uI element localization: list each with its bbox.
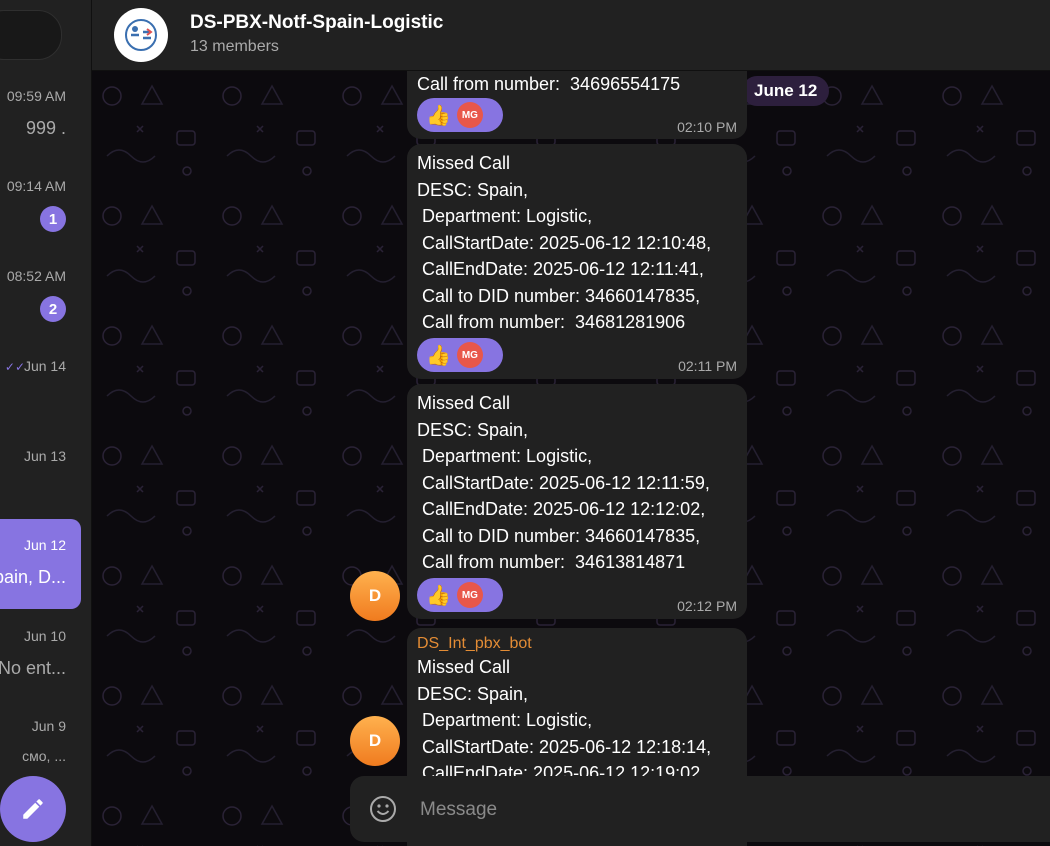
message-list[interactable]: June 12 Call from number: 34696554175 👍 …	[92, 71, 1050, 846]
message-text-line: Missed Call	[417, 153, 511, 173]
chat-time: Jun 9	[31, 718, 66, 734]
reactor-avatar: MG	[456, 102, 483, 128]
reactor-avatar: MG	[456, 582, 483, 608]
message-composer[interactable]	[350, 776, 1050, 842]
chat-time: 08:52 AM	[6, 268, 66, 284]
chat-preview: смо, ...	[22, 748, 66, 764]
thumbs-up-icon: 👍	[426, 584, 451, 607]
chat-header[interactable]: DS-PBX-Notf-Spain-Logistic 13 members	[92, 0, 1050, 71]
message-text-line: CallEndDate: 2025-06-12 12:12:02,	[417, 499, 706, 519]
group-logo-icon	[125, 19, 157, 51]
chat-time: Jun 10	[23, 628, 66, 644]
chat-preview: 999 .	[25, 118, 66, 138]
message-bubble[interactable]: Call from number: 34696554175 👍 MG 02:10…	[407, 71, 747, 139]
reactor-avatar: MG	[456, 342, 483, 368]
chat-list-sidebar: 09:59 AM 999 . 09:14 AM 1 08:52 AM 2 ✓✓ …	[0, 0, 92, 846]
unread-badge: 2	[40, 296, 66, 322]
emoji-icon[interactable]	[368, 794, 398, 824]
chat-time: 09:59 AM	[6, 88, 66, 104]
thumbs-up-icon: 👍	[426, 344, 451, 367]
pencil-icon	[23, 799, 43, 819]
message-text-line: Call from number: 34613814871	[417, 552, 686, 572]
message-bubble[interactable]: Missed Call DESC: Spain, Department: Log…	[407, 384, 747, 619]
group-avatar[interactable]	[114, 8, 168, 62]
chat-time: 09:14 AM	[6, 178, 66, 194]
reaction-chip[interactable]: 👍 MG	[417, 578, 503, 612]
chat-time: Jun 13	[23, 448, 66, 464]
message-text-line: Missed Call	[417, 393, 511, 413]
chat-list-item-active[interactable]: Jun 12 pain, D...	[0, 519, 81, 609]
message-text-line: Call from number: 34696554175	[417, 74, 681, 94]
member-count: 13 members	[190, 38, 279, 55]
message-text-line: CallStartDate: 2025-06-12 12:18:14,	[417, 736, 712, 757]
message-text-line: CallStartDate: 2025-06-12 12:10:48,	[417, 232, 712, 253]
message-input[interactable]	[418, 794, 1022, 826]
message-time: 02:10 PM	[677, 119, 737, 135]
message-text-line: Department: Logistic,	[417, 710, 593, 730]
thumbs-up-icon: 👍	[426, 104, 451, 127]
double-check-icon: ✓✓	[4, 360, 25, 374]
message-time: 02:12 PM	[677, 598, 737, 614]
chat-time: Jun 14	[23, 358, 66, 374]
reaction-chip[interactable]: 👍 MG	[417, 338, 503, 372]
message-text-line: CallEndDate: 2025-06-12 12:11:41,	[417, 259, 704, 279]
sender-avatar[interactable]: D	[350, 716, 400, 766]
compose-button[interactable]	[0, 776, 66, 842]
search-input[interactable]	[0, 10, 62, 60]
message-text-line: Missed Call	[417, 657, 511, 677]
chat-time: Jun 12	[23, 537, 66, 553]
unread-badge: 1	[40, 206, 66, 232]
chat-preview: No ent...	[0, 658, 66, 678]
chat-title: DS-PBX-Notf-Spain-Logistic	[190, 12, 444, 33]
message-text-line: DESC: Spain,	[417, 419, 529, 440]
message-bubble[interactable]: Missed Call DESC: Spain, Department: Log…	[407, 144, 747, 379]
message-text-line: CallStartDate: 2025-06-12 12:11:59,	[417, 472, 710, 493]
message-text-line: Call from number: 34681281906	[417, 312, 686, 332]
message-text-line: Department: Logistic,	[417, 446, 593, 466]
sender-name[interactable]: DS_Int_pbx_bot	[417, 634, 747, 654]
message-text-line: Call to DID number: 34660147835,	[417, 285, 701, 306]
chat-preview: pain, D...	[0, 567, 66, 587]
message-text-line: Call to DID number: 34660147835,	[417, 525, 701, 546]
reaction-chip[interactable]: 👍 MG	[417, 98, 503, 132]
message-time: 02:11 PM	[678, 358, 737, 374]
message-text-line: DESC: Spain,	[417, 683, 529, 704]
message-text-line: Department: Logistic,	[417, 206, 593, 226]
message-text-line: DESC: Spain,	[417, 179, 529, 200]
sender-avatar[interactable]: D	[350, 571, 400, 621]
date-separator: June 12	[742, 76, 830, 106]
